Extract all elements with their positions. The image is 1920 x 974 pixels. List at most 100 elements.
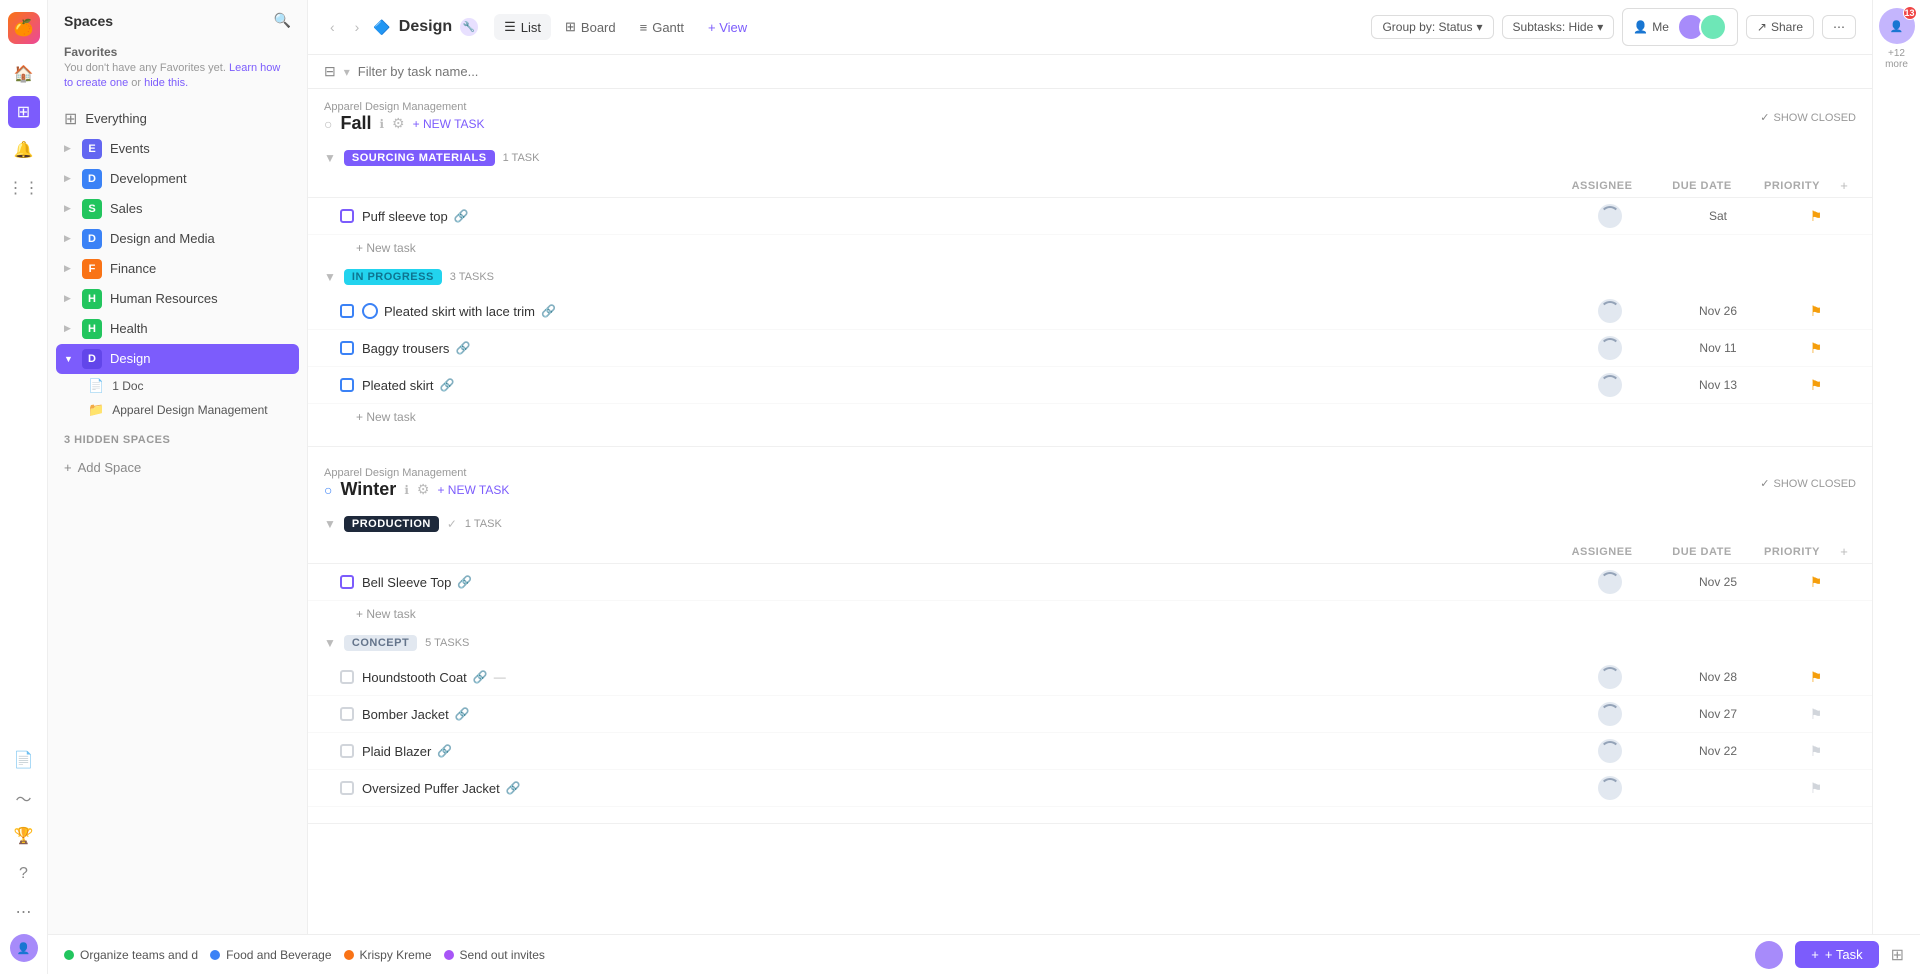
- sidebar-item-events[interactable]: ▶ E Events: [56, 134, 299, 164]
- tab-list[interactable]: ☰ List: [494, 14, 551, 40]
- bomber-link[interactable]: 🔗: [455, 707, 470, 721]
- favorites-hide-link[interactable]: hide this.: [144, 77, 188, 89]
- winter-settings-icon[interactable]: ⚙: [417, 481, 430, 498]
- bell-checkbox[interactable]: [340, 575, 354, 589]
- oversized-checkbox[interactable]: [340, 781, 354, 795]
- winter-toggle[interactable]: ○: [324, 482, 332, 498]
- nav-home[interactable]: 🏠: [8, 58, 40, 90]
- sidebar-item-health[interactable]: ▶ H Health: [56, 314, 299, 344]
- winter-show-closed[interactable]: ✓ SHOW CLOSED: [1760, 477, 1856, 490]
- everything-icon: ⊞: [64, 109, 77, 129]
- add-space-button[interactable]: + Add Space: [48, 454, 307, 481]
- spaces-search-icon[interactable]: 🔍: [274, 12, 291, 29]
- sidebar-item-design[interactable]: ▼ D Design: [56, 344, 299, 374]
- subtasks-button[interactable]: Subtasks: Hide ▾: [1502, 15, 1615, 39]
- winter-info-icon[interactable]: ℹ: [404, 483, 409, 497]
- nav-grid[interactable]: ⋮⋮: [8, 172, 40, 204]
- new-task-button[interactable]: + + Task: [1795, 941, 1872, 968]
- baggy-link[interactable]: 🔗: [455, 341, 470, 355]
- concept-toggle[interactable]: ▼: [324, 636, 336, 650]
- task-baggy[interactable]: Baggy trousers 🔗 Nov 11 ⚑: [308, 330, 1872, 367]
- fall-list-name: Fall: [340, 113, 371, 134]
- nav-more[interactable]: ⋯: [8, 896, 40, 928]
- plaid-checkbox[interactable]: [340, 744, 354, 758]
- user-avatar-sidebar[interactable]: 👤: [10, 934, 38, 962]
- inprogress-toggle[interactable]: ▼: [324, 270, 336, 284]
- nav-notifications[interactable]: 🔔: [8, 134, 40, 166]
- task-pleated-lace[interactable]: Pleated skirt with lace trim 🔗 Nov 26 ⚑: [308, 293, 1872, 330]
- sidebar-item-everything[interactable]: ⊞ Everything: [56, 104, 299, 134]
- pleated-checkbox[interactable]: [340, 378, 354, 392]
- task-plaid[interactable]: Plaid Blazer 🔗 Nov 22 ⚑: [308, 733, 1872, 770]
- sidebar-item-development[interactable]: ▶ D Development: [56, 164, 299, 194]
- nav-pulse[interactable]: 〜: [8, 782, 40, 814]
- houndstooth-checkbox[interactable]: [340, 670, 354, 684]
- bottom-user-avatar[interactable]: [1755, 941, 1783, 969]
- winter-new-task[interactable]: + NEW TASK: [437, 483, 509, 497]
- sidebar-sub-apparel[interactable]: 📁 Apparel Design Management: [56, 398, 299, 422]
- production-new-task[interactable]: + New task: [308, 601, 1872, 627]
- plaid-task-name: Plaid Blazer 🔗: [362, 744, 1552, 759]
- bell-link[interactable]: 🔗: [457, 575, 472, 589]
- fall-check-mark: ✓: [1760, 111, 1769, 124]
- spaces-nav: ⊞ Everything ▶ E Events ▶ D Development …: [48, 96, 307, 426]
- puff-link-icon[interactable]: 🔗: [454, 209, 469, 223]
- fall-toggle[interactable]: ○: [324, 116, 332, 132]
- fall-info-icon[interactable]: ℹ: [379, 117, 384, 131]
- pleated-lace-link[interactable]: 🔗: [541, 304, 556, 318]
- task-pleated[interactable]: Pleated skirt 🔗 Nov 13 ⚑: [308, 367, 1872, 404]
- tab-add-view[interactable]: + View: [698, 15, 757, 40]
- sourcing-badge: SOURCING MATERIALS: [344, 150, 495, 166]
- col-add-1[interactable]: +: [1832, 178, 1856, 193]
- puff-checkbox[interactable]: [340, 209, 354, 223]
- baggy-checkbox[interactable]: [340, 341, 354, 355]
- nav-docs[interactable]: 📄: [8, 744, 40, 776]
- sourcing-new-task[interactable]: + New task: [308, 235, 1872, 261]
- task-bomber[interactable]: Bomber Jacket 🔗 Nov 27 ⚑: [308, 696, 1872, 733]
- tab-board[interactable]: ⊞ Board: [555, 14, 626, 40]
- task-oversized[interactable]: Oversized Puffer Jacket 🔗 ⚑: [308, 770, 1872, 807]
- me-button[interactable]: 👤 Me: [1622, 8, 1738, 46]
- favorites-section: Favorites You don't have any Favorites y…: [48, 37, 307, 96]
- fall-new-task[interactable]: + NEW TASK: [413, 117, 485, 131]
- nav-spaces[interactable]: ⊞: [8, 96, 40, 128]
- pleated-link[interactable]: 🔗: [440, 378, 455, 392]
- filter-input[interactable]: [358, 64, 1856, 79]
- nav-goals[interactable]: 🏆: [8, 820, 40, 852]
- inprogress-new-task[interactable]: + New task: [308, 404, 1872, 430]
- nav-back[interactable]: ‹: [324, 17, 341, 37]
- bomber-checkbox[interactable]: [340, 707, 354, 721]
- more-button[interactable]: ⋯: [1822, 15, 1856, 39]
- plaid-link[interactable]: 🔗: [437, 744, 452, 758]
- nav-help[interactable]: ?: [8, 858, 40, 890]
- baggy-priority: ⚑: [1776, 340, 1856, 357]
- fall-show-closed[interactable]: ✓ SHOW CLOSED: [1760, 111, 1856, 124]
- nav-forward[interactable]: ›: [349, 17, 366, 37]
- houndstooth-link[interactable]: 🔗: [473, 670, 488, 684]
- task-puff-sleeve[interactable]: Puff sleeve top 🔗 Sat ⚑: [308, 198, 1872, 235]
- sidebar-item-hr[interactable]: ▶ H Human Resources: [56, 284, 299, 314]
- subtasks-label: Subtasks: Hide: [1513, 20, 1594, 34]
- sidebar-item-finance[interactable]: ▶ F Finance: [56, 254, 299, 284]
- task-houndstooth[interactable]: Houndstooth Coat 🔗 — Nov 28 ⚑: [308, 659, 1872, 696]
- sidebar-item-design-media[interactable]: ▶ D Design and Media: [56, 224, 299, 254]
- group-by-button[interactable]: Group by: Status ▾: [1371, 15, 1493, 39]
- app-logo[interactable]: 🍊: [8, 12, 40, 44]
- production-toggle[interactable]: ▼: [324, 517, 336, 531]
- col-add-2[interactable]: +: [1832, 544, 1856, 559]
- pleated-lace-checkbox[interactable]: [340, 304, 354, 318]
- notif-4: Send out invites: [444, 948, 545, 962]
- share-button[interactable]: ↗ Share: [1746, 15, 1814, 39]
- tab-gantt[interactable]: ≡ Gantt: [630, 15, 694, 40]
- sourcing-toggle[interactable]: ▼: [324, 151, 336, 165]
- pleated-avatar: [1598, 373, 1622, 397]
- production-badge: PRODUCTION: [344, 516, 439, 532]
- fall-settings-icon[interactable]: ⚙: [392, 115, 405, 132]
- oversized-link[interactable]: 🔗: [506, 781, 521, 795]
- right-avatar[interactable]: 👤 13: [1879, 8, 1915, 44]
- puff-due: Sat: [1668, 209, 1768, 223]
- sidebar-sub-doc[interactable]: 📄 1 Doc: [56, 374, 299, 398]
- sidebar-item-sales[interactable]: ▶ S Sales: [56, 194, 299, 224]
- new-task-icon: +: [1811, 947, 1819, 962]
- task-bell-sleeve[interactable]: Bell Sleeve Top 🔗 Nov 25 ⚑: [308, 564, 1872, 601]
